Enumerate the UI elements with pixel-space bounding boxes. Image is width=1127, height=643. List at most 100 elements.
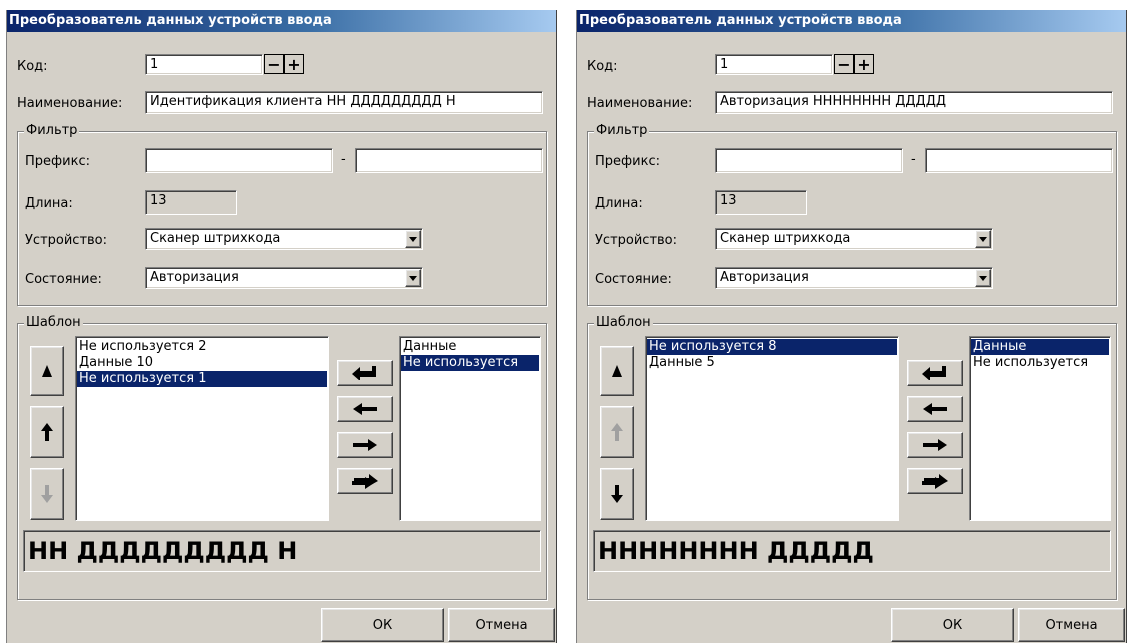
source-list[interactable]: Данные Не используется <box>399 336 541 521</box>
chevron-down-icon <box>409 236 417 242</box>
code-input[interactable]: 1 <box>145 54 263 75</box>
source-list-items: Данные Не используется <box>971 339 1109 371</box>
template-title: Шаблон <box>594 315 653 330</box>
converter-dialog-left: Преобразователь данных устройств ввода К… <box>6 10 557 643</box>
pattern-preview-text: НН ДДДДДДДДД Н <box>28 537 298 565</box>
ok-button[interactable]: ОК <box>891 608 1014 642</box>
device-select-value: Сканер штрихкода <box>150 231 281 246</box>
prefix-from-input[interactable] <box>145 148 333 173</box>
remove-button[interactable] <box>337 396 393 422</box>
converter-dialog-right: Преобразователь данных устройств ввода К… <box>576 10 1127 643</box>
add-button[interactable] <box>337 432 393 458</box>
ok-button-label: ОК <box>942 617 963 633</box>
window-title: Преобразователь данных устройств ввода <box>7 10 556 32</box>
template-list-item[interactable]: Данные 5 <box>647 355 897 371</box>
move-up-button[interactable] <box>600 406 634 458</box>
name-input[interactable]: Идентификация клиента НН ДДДДДДДДД Н <box>145 91 543 114</box>
return-arrow-icon <box>352 366 376 380</box>
move-down-button[interactable] <box>600 468 634 520</box>
device-select-value: Сканер штрихкода <box>720 231 851 246</box>
arrow-up-icon <box>611 423 623 441</box>
pattern-preview-text: НННННННН ДДДДД <box>598 537 874 565</box>
ok-button[interactable]: ОК <box>321 608 444 642</box>
length-label: Длина: <box>595 196 643 211</box>
length-field: 13 <box>715 190 807 215</box>
source-list-item[interactable]: Данные <box>401 339 539 355</box>
code-input-value: 1 <box>150 57 159 72</box>
device-select[interactable]: Сканер штрихкода <box>715 228 993 250</box>
state-label: Состояние: <box>595 272 672 287</box>
state-dropdown-button[interactable] <box>975 269 991 287</box>
device-select[interactable]: Сканер штрихкода <box>145 228 423 250</box>
prefix-dash: - <box>341 152 346 167</box>
cancel-button-label: Отмена <box>475 617 528 633</box>
add-button[interactable] <box>907 432 963 458</box>
code-input-value: 1 <box>720 57 729 72</box>
insert-button[interactable] <box>337 360 393 386</box>
state-select-value: Авторизация <box>720 270 809 285</box>
template-list-item[interactable]: Не используется 8 <box>647 339 897 355</box>
chevron-down-icon <box>979 275 987 281</box>
move-up-button[interactable] <box>30 406 64 458</box>
arrow-left-icon <box>353 403 377 415</box>
arrow-left-icon <box>923 403 947 415</box>
chevron-down-icon <box>409 275 417 281</box>
name-input[interactable]: Авторизация НННННННН ДДДДД <box>715 91 1113 114</box>
move-down-button[interactable] <box>30 468 64 520</box>
double-arrow-right-icon <box>922 474 948 489</box>
arrow-up-icon <box>41 423 53 441</box>
filter-title: Фильтр <box>594 123 650 138</box>
name-input-value: Авторизация НННННННН ДДДДД <box>720 94 947 109</box>
window-title: Преобразователь данных устройств ввода <box>577 10 1126 32</box>
device-dropdown-button[interactable] <box>975 230 991 248</box>
code-decrement-button[interactable]: − <box>264 54 284 74</box>
source-list-item[interactable]: Не используется <box>401 355 539 371</box>
prefix-label: Префикс: <box>25 154 90 169</box>
cancel-button[interactable]: Отмена <box>448 608 555 642</box>
source-list-items: Данные Не используется <box>401 339 539 371</box>
arrow-down-icon <box>41 485 53 503</box>
length-label: Длина: <box>25 196 73 211</box>
code-increment-button[interactable]: + <box>284 54 304 74</box>
prefix-to-input[interactable] <box>355 148 543 173</box>
cancel-button-label: Отмена <box>1045 617 1098 633</box>
add-all-button[interactable] <box>337 468 393 494</box>
template-list-item[interactable]: Данные 10 <box>77 355 327 371</box>
length-value: 13 <box>720 193 737 208</box>
source-list-item[interactable]: Данные <box>971 339 1109 355</box>
arrow-down-icon <box>611 485 623 503</box>
move-top-button[interactable] <box>30 346 64 396</box>
prefix-from-input[interactable] <box>715 148 903 173</box>
code-increment-button[interactable]: + <box>854 54 874 74</box>
source-list-item[interactable]: Не используется <box>971 355 1109 371</box>
source-list[interactable]: Данные Не используется <box>969 336 1111 521</box>
arrow-right-icon <box>923 439 947 451</box>
code-input[interactable]: 1 <box>715 54 833 75</box>
state-label: Состояние: <box>25 272 102 287</box>
template-list-items: Не используется 8 Данные 5 <box>647 339 897 371</box>
name-input-value: Идентификация клиента НН ДДДДДДДДД Н <box>150 94 456 109</box>
add-all-button[interactable] <box>907 468 963 494</box>
state-select[interactable]: Авторизация <box>715 267 993 289</box>
template-list[interactable]: Не используется 8 Данные 5 <box>645 336 899 521</box>
remove-button[interactable] <box>907 396 963 422</box>
code-label: Код: <box>17 59 48 74</box>
insert-button[interactable] <box>907 360 963 386</box>
code-label: Код: <box>587 59 618 74</box>
triangle-up-icon <box>612 365 622 377</box>
template-list-item[interactable]: Не используется 2 <box>77 339 327 355</box>
state-select[interactable]: Авторизация <box>145 267 423 289</box>
template-list[interactable]: Не используется 2 Данные 10 Не используетс… <box>75 336 329 521</box>
prefix-to-input[interactable] <box>925 148 1113 173</box>
state-dropdown-button[interactable] <box>405 269 421 287</box>
length-field: 13 <box>145 190 237 215</box>
cancel-button[interactable]: Отмена <box>1018 608 1125 642</box>
move-top-button[interactable] <box>600 346 634 396</box>
prefix-label: Префикс: <box>595 154 660 169</box>
return-arrow-icon <box>922 366 946 380</box>
device-dropdown-button[interactable] <box>405 230 421 248</box>
ok-button-label: ОК <box>372 617 393 633</box>
pattern-preview: НН ДДДДДДДДД Н <box>23 530 541 572</box>
code-decrement-button[interactable]: − <box>834 54 854 74</box>
template-list-item[interactable]: Не используется 1 <box>77 371 327 387</box>
